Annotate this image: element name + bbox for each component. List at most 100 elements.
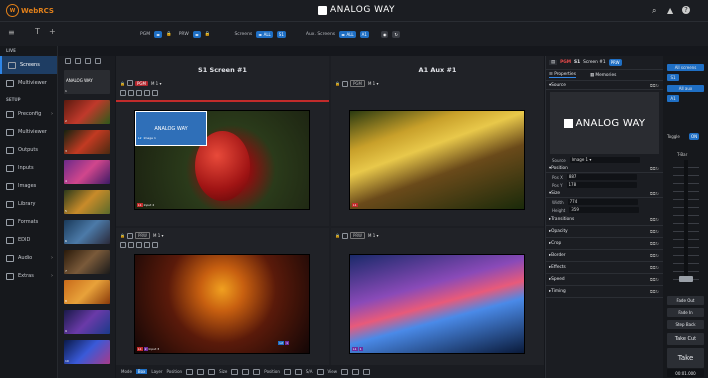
sidebar-item-outputs[interactable]: Outputs [0,141,57,159]
width-input[interactable]: 774 [567,199,638,205]
fade-out-button[interactable]: Fade Out [667,296,704,305]
section-tools-icon[interactable]: ⧉⧉↻ [650,217,659,222]
tool-icon[interactable] [128,242,134,248]
tool-icon[interactable] [128,90,134,96]
prw-toggle[interactable]: ◂▸ [192,31,201,38]
section-transitions[interactable]: ▸ Transitions ⧉⧉↻ [546,214,663,226]
toggle-switch[interactable]: ON [689,133,700,140]
a1-preview-screen[interactable]: L1 1 [349,254,525,354]
section-tools-icon[interactable]: ⧉⧉↻ [650,191,659,196]
s1-select-button[interactable]: S1 [667,74,679,81]
grid-icon[interactable] [294,368,302,375]
lock-icon[interactable]: 🔒 [335,233,340,238]
memory-select[interactable]: M 1 ▾ [367,233,380,238]
s1-program-preview[interactable]: ANALOG WAY L2 Image 1 L1 Input 2 [134,110,310,210]
view-full-icon[interactable] [363,368,370,375]
search-icon[interactable]: ⌕ [652,6,656,16]
screens-icon[interactable]: ▤ [549,60,558,65]
align-menu-icon[interactable] [208,368,216,375]
a1-select-button[interactable]: A1 [667,95,679,102]
align-icon[interactable] [186,368,194,375]
section-speed[interactable]: ▸ Speed ⧉⧉↻ [546,274,663,286]
cursor-icon[interactable] [316,368,324,375]
thumbnail-4[interactable]: 4 [64,160,110,184]
memory-select[interactable]: M 1 ▾ [367,81,380,86]
tool-icon[interactable] [136,90,142,96]
prw-lock-icon[interactable]: 🔒 [205,32,211,37]
fit-icon[interactable] [231,368,239,375]
tbar-handle[interactable] [679,276,693,282]
aux-a1-button[interactable]: A1 [359,31,369,38]
fill-icon[interactable] [242,368,250,375]
section-tools-icon[interactable]: ⧉⧉↻ [650,166,659,171]
thumbnail-1[interactable]: ANALOG WAY 1 [64,70,110,94]
view-split-icon[interactable] [352,368,359,375]
posx-input[interactable]: 887 [566,174,637,180]
help-icon[interactable]: ? [682,6,690,14]
filter-icon[interactable] [95,58,101,64]
section-timing[interactable]: ▸ Timing ⧉⧉↻ [546,286,663,298]
sidebar-item-multiviewer[interactable]: Multiviewer [0,123,57,141]
lock-icon[interactable]: 🔒 [335,81,340,86]
section-tools-icon[interactable]: ⧉⧉↻ [650,253,659,258]
section-source[interactable]: ▾ Source ⧉⧉↻ [546,81,663,90]
screen-s1-button[interactable]: S1 [276,31,286,38]
sidebar-item-library[interactable]: Library [0,195,57,213]
take-cut-button[interactable]: Take Cut [667,333,704,345]
thumbnail-2[interactable]: 2 [64,100,110,124]
menu-icon[interactable]: ≡ [8,28,15,37]
add-icon[interactable]: + [49,27,56,36]
section-opacity[interactable]: ▸ Opacity ⧉⧉↻ [546,226,663,238]
box-mode-button[interactable]: Box [135,369,148,374]
section-effects[interactable]: ▸ Effects ⧉⧉↻ [546,262,663,274]
refresh-icon[interactable]: ↻ [392,31,400,38]
pgm-lock-icon[interactable]: 🔒 [166,32,172,37]
section-position[interactable]: ▾ Position ⧉⧉↻ [546,164,663,173]
section-tools-icon[interactable]: ⧉⧉↻ [650,229,659,234]
prw-tag[interactable]: PRW [608,59,622,66]
section-tools-icon[interactable]: ⧉⧉↻ [650,265,659,270]
tab-memories[interactable]: ▦ Memories [590,73,616,78]
layer-mode-button[interactable]: Layer [151,369,162,374]
layout-icon[interactable] [341,232,348,239]
aux-all-button[interactable]: ◂▸ ALL [339,31,356,38]
layout-icon[interactable] [283,368,291,375]
layout-icon[interactable] [126,80,133,86]
section-border[interactable]: ▸ Border ⧉⧉↻ [546,250,663,262]
a1-program-preview[interactable]: L1 [349,110,525,210]
screens-all-button[interactable]: ◂▸ ALL [256,31,273,38]
lock-icon[interactable]: 🔒 [120,81,125,86]
tool-icon[interactable] [120,242,126,248]
lock-icon[interactable]: 🔒 [120,233,125,238]
tool-icon[interactable] [152,242,158,248]
all-screens-button[interactable]: All screens [667,64,704,71]
section-tools-icon[interactable]: ⧉⧉↻ [650,83,659,88]
s1-preview-screen[interactable]: L1 2 Input 3 L2 1 [134,254,310,354]
step-back-button[interactable]: Step Back [667,320,704,329]
section-crop[interactable]: ▸ Crop ⧉⧉↻ [546,238,663,250]
height-input[interactable]: 359 [569,207,640,213]
thumbnail-6[interactable]: 6 [64,220,110,244]
view-icon[interactable] [341,368,348,375]
thumbnail-10[interactable]: 10 [64,340,110,364]
tool-icon[interactable] [136,242,142,248]
thumbnail-8[interactable]: 8 [64,280,110,304]
distribute-icon[interactable] [197,368,205,375]
memory-select[interactable]: M 1 ▾ [152,233,165,238]
sidebar-item-edid[interactable]: EDID [0,231,57,249]
section-tools-icon[interactable]: ⧉⧉↻ [650,289,659,294]
sidebar-item-inputs[interactable]: Inputs [0,159,57,177]
sidebar-item-preconfig[interactable]: Preconfig › [0,105,57,123]
text-icon[interactable]: T [35,27,40,36]
visibility-icon[interactable]: ◉ [380,31,389,38]
section-tools-icon[interactable]: ⧉⧉↻ [650,277,659,282]
section-size[interactable]: ▾ Size ⧉⧉↻ [546,189,663,198]
image1-layer[interactable]: ANALOG WAY [135,111,207,146]
tool-icon[interactable] [120,90,126,96]
pgm-toggle[interactable]: ◂▸ [154,31,163,38]
notification-icon[interactable]: ▲ [667,6,673,15]
tab-properties[interactable]: ☰ Properties [549,72,576,78]
tool-icon[interactable] [144,242,150,248]
thumbnail-9[interactable]: 9 [64,310,110,334]
sidebar-item-images[interactable]: Images [0,177,57,195]
